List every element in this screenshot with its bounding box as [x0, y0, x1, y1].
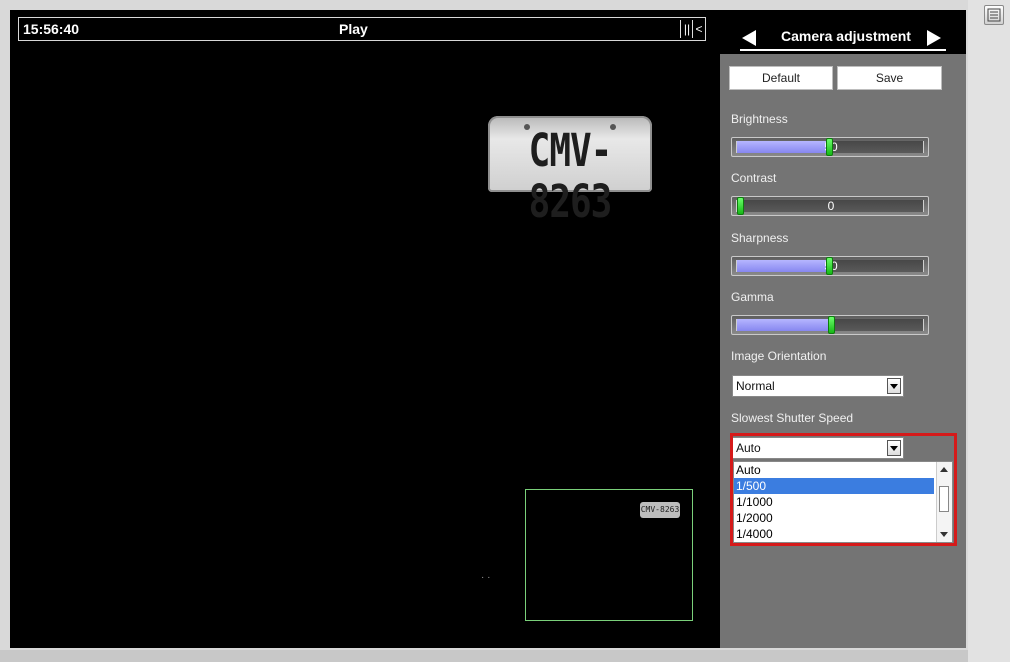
collapse-panel-button[interactable]: < [692, 20, 705, 38]
prev-panel-arrow-icon[interactable] [742, 30, 756, 46]
orientation-label: Image Orientation [731, 349, 827, 363]
orientation-select[interactable]: Normal [732, 375, 904, 397]
slider-track: 1 [736, 316, 924, 334]
panel-title: Camera adjustment [781, 28, 911, 44]
timestamp: 15:56:40 [23, 21, 80, 37]
license-plate: CMV-8263 [488, 116, 652, 228]
slider-knob[interactable] [826, 138, 833, 156]
dropdown-button[interactable] [887, 378, 901, 394]
list-menu-icon [987, 8, 1001, 22]
orientation-value: Normal [736, 379, 775, 393]
contrast-label: Contrast [731, 171, 777, 185]
header-underline [740, 49, 946, 51]
playback-mode: Play [339, 21, 368, 37]
annotation-highlight-box [730, 433, 957, 546]
contrast-slider[interactable]: 0 [731, 196, 929, 216]
brightness-slider[interactable]: 50 [731, 137, 929, 157]
bottom-strip [0, 650, 1010, 662]
contrast-value: 0 [827, 199, 835, 213]
menu-button[interactable] [984, 5, 1004, 25]
slider-knob[interactable] [826, 257, 833, 275]
sharpness-slider[interactable]: 50 [731, 256, 929, 276]
right-gutter [968, 0, 1010, 662]
gamma-slider[interactable]: 1 [731, 315, 929, 335]
default-button[interactable]: Default [729, 66, 833, 90]
slider-track: 50 [736, 257, 924, 275]
playback-bar: 15:56:40 Play || < [18, 17, 706, 41]
brightness-label: Brightness [731, 112, 788, 126]
license-plate-text: CMV-8263 [528, 125, 613, 229]
slider-knob[interactable] [737, 197, 744, 215]
save-button[interactable]: Save [837, 66, 942, 90]
next-panel-arrow-icon[interactable] [927, 30, 941, 46]
shutter-label: Slowest Shutter Speed [731, 411, 854, 425]
slider-track: 50 [736, 138, 924, 156]
slider-knob[interactable] [828, 316, 835, 334]
slider-track: 0 [736, 197, 924, 215]
gamma-label: Gamma [731, 290, 774, 304]
video-artifact: · · [481, 572, 491, 583]
thumbnail-plate: CMV-8263 [640, 502, 680, 518]
sharpness-label: Sharpness [731, 231, 789, 245]
chevron-down-icon [890, 383, 898, 389]
